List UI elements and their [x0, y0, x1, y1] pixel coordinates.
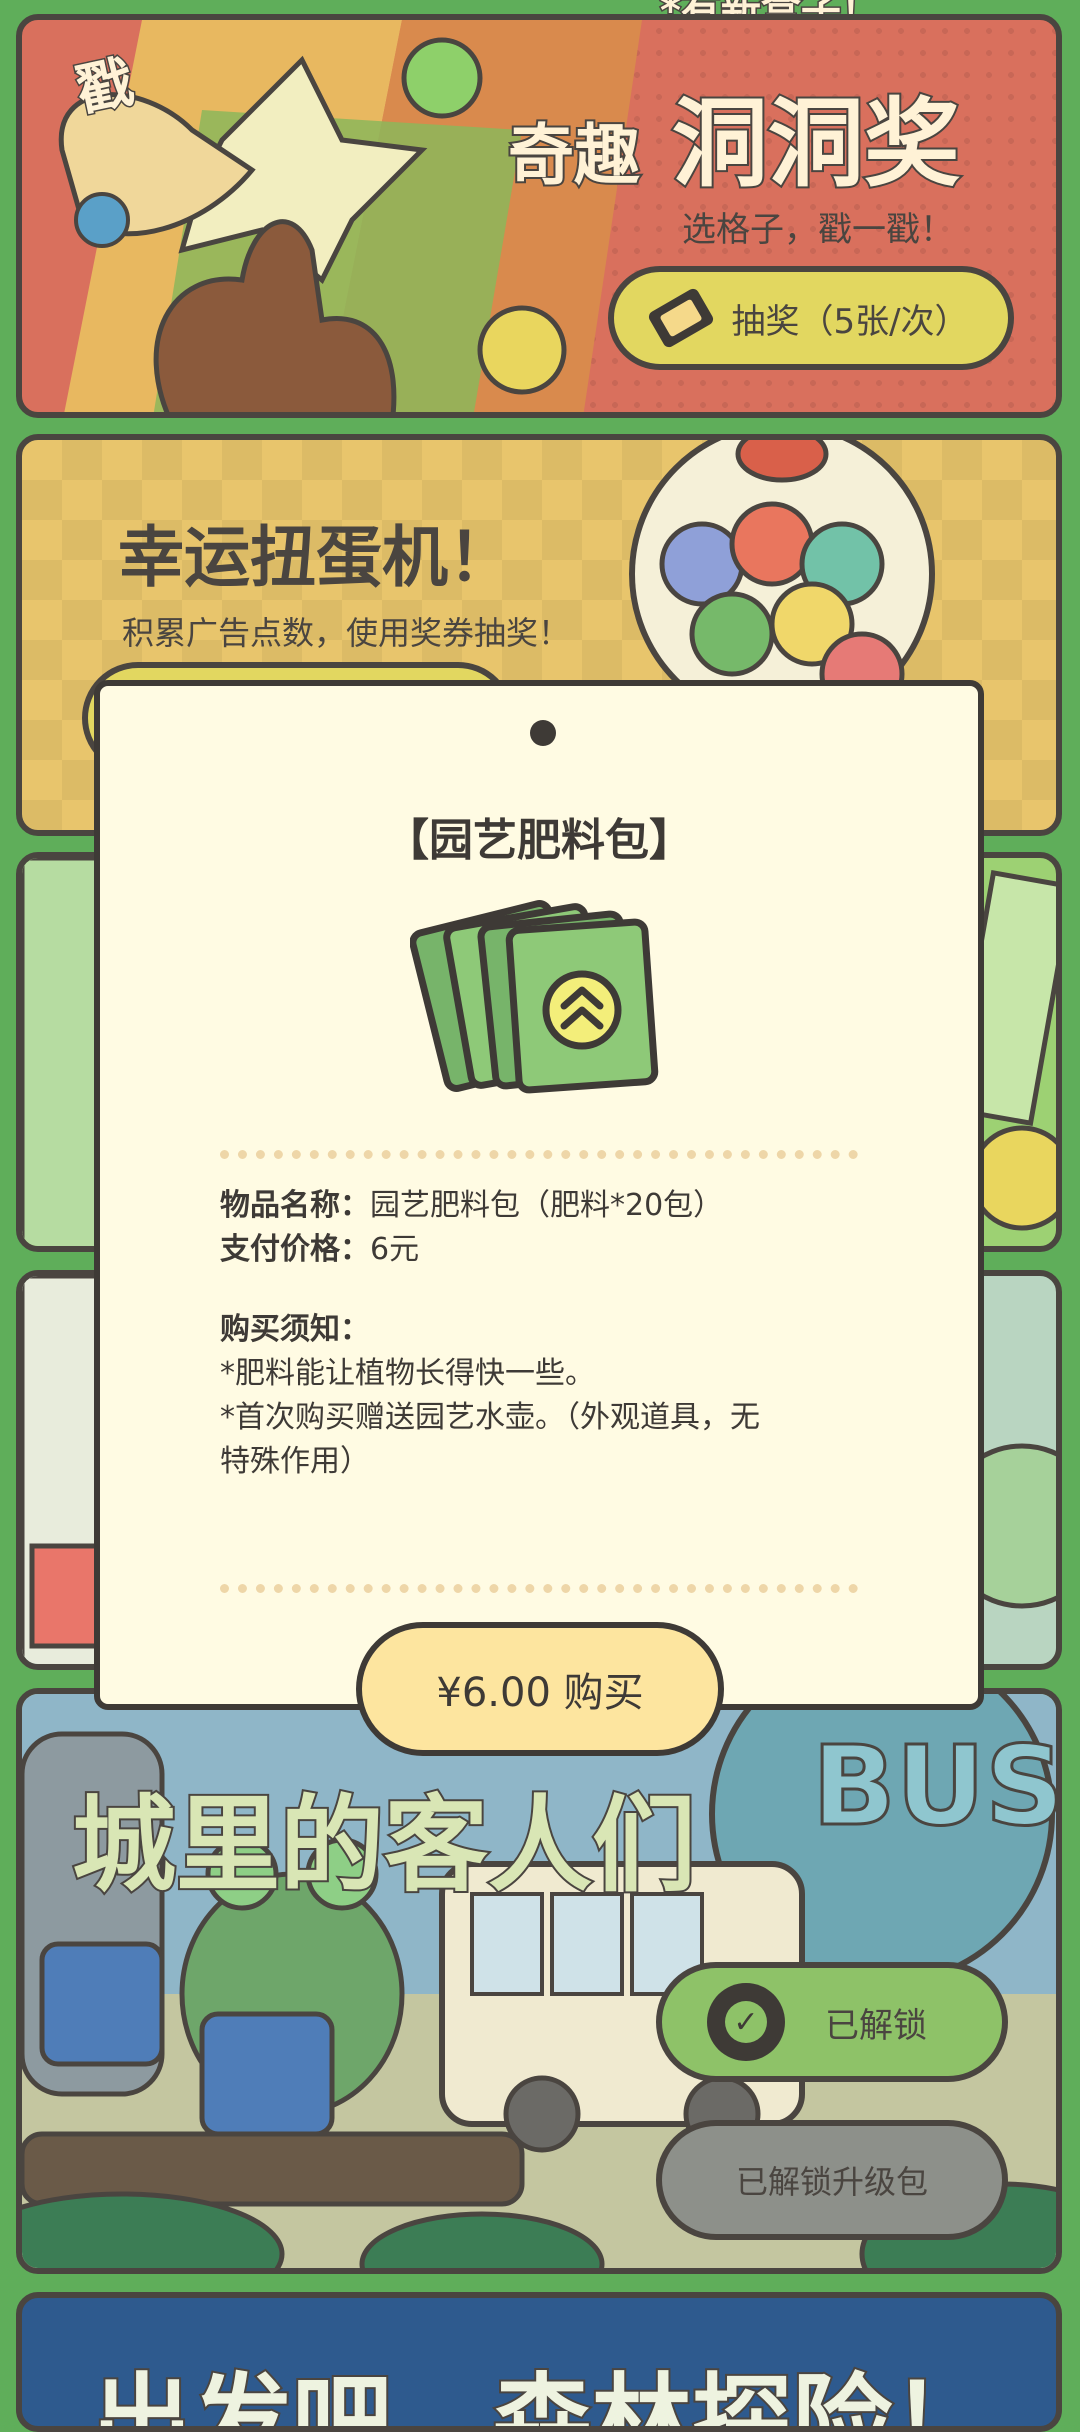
upgrade-pack-button[interactable]: 已解锁升级包 — [656, 2120, 1008, 2240]
dialog-title: 【园艺肥料包】 — [385, 815, 693, 866]
forest-title: 出发吧，森林探险！ — [90, 2361, 994, 2432]
purchase-notice: 购买须知： *肥料能让植物长得快一些。 *首次购买赠送园艺水壶。（外观道具，无 … — [220, 1308, 858, 1484]
divider-top — [220, 1150, 858, 1159]
forest-adventure-banner[interactable]: 出发吧，森林探险！ — [16, 2292, 1062, 2432]
banner-title-small: 奇趣 — [506, 115, 642, 196]
item-info: 物品名称：园艺肥料包（肥料*20包） 支付价格：6元 — [220, 1184, 858, 1272]
notice-line-1: *肥料能让植物长得快一些。 — [220, 1356, 595, 1391]
city-guests-banner[interactable]: BUS 城里的客人们 ✓ 已解锁 已解锁升级包 — [16, 1688, 1062, 2274]
fertilizer-pack-icon — [410, 900, 659, 1094]
unlocked-label: 已解锁 — [825, 2005, 927, 2046]
item-name-label: 物品名称： — [220, 1188, 370, 1223]
notice-label: 购买须知： — [220, 1312, 370, 1347]
gacha-title: 幸运扭蛋机！ — [118, 519, 514, 596]
draw-button[interactable]: 抽奖（5张/次） — [608, 266, 1014, 370]
divider-bottom — [220, 1584, 858, 1593]
item-price-value: 6元 — [370, 1232, 420, 1267]
city-guests-title: 城里的客人们 — [70, 1782, 698, 1908]
lucky-holes-banner[interactable]: 戳 奇趣 洞洞奖 选格子，戳一戳！ 抽奖（5张/次） — [16, 14, 1062, 418]
banner-title-big: 洞洞奖 — [670, 86, 962, 202]
check-icon: ✓ — [707, 1983, 785, 2061]
purchase-dialog: 【园艺肥料包】 物品名称：园艺肥料包（肥料*20包） 支付价格：6元 购买须知：… — [94, 680, 984, 1710]
item-price-row: 支付价格：6元 — [220, 1228, 858, 1272]
buy-button-label: ¥6.00 购买 — [436, 1670, 644, 1716]
upgrade-pack-label: 已解锁升级包 — [735, 2163, 928, 2201]
bus-sign-text: BUS — [812, 1722, 1062, 1850]
buy-button[interactable]: ¥6.00 购买 — [356, 1622, 724, 1756]
item-name-row: 物品名称：园艺肥料包（肥料*20包） — [220, 1184, 858, 1228]
notice-line-2: *首次购买赠送园艺水壶。（外观道具，无 — [220, 1400, 760, 1435]
gacha-subtitle: 积累广告点数，使用奖券抽奖！ — [122, 614, 571, 652]
item-price-label: 支付价格： — [220, 1232, 370, 1267]
paper-hole-icon — [530, 720, 556, 746]
banner-subtitle: 选格子，戳一戳！ — [682, 210, 954, 250]
draw-button-label: 抽奖（5张/次） — [731, 301, 969, 342]
ticket-icon — [647, 286, 716, 350]
unlocked-button[interactable]: ✓ 已解锁 — [656, 1962, 1008, 2082]
item-name-value: 园艺肥料包（肥料*20包） — [370, 1188, 724, 1223]
notice-line-3: 特殊作用） — [220, 1444, 370, 1479]
